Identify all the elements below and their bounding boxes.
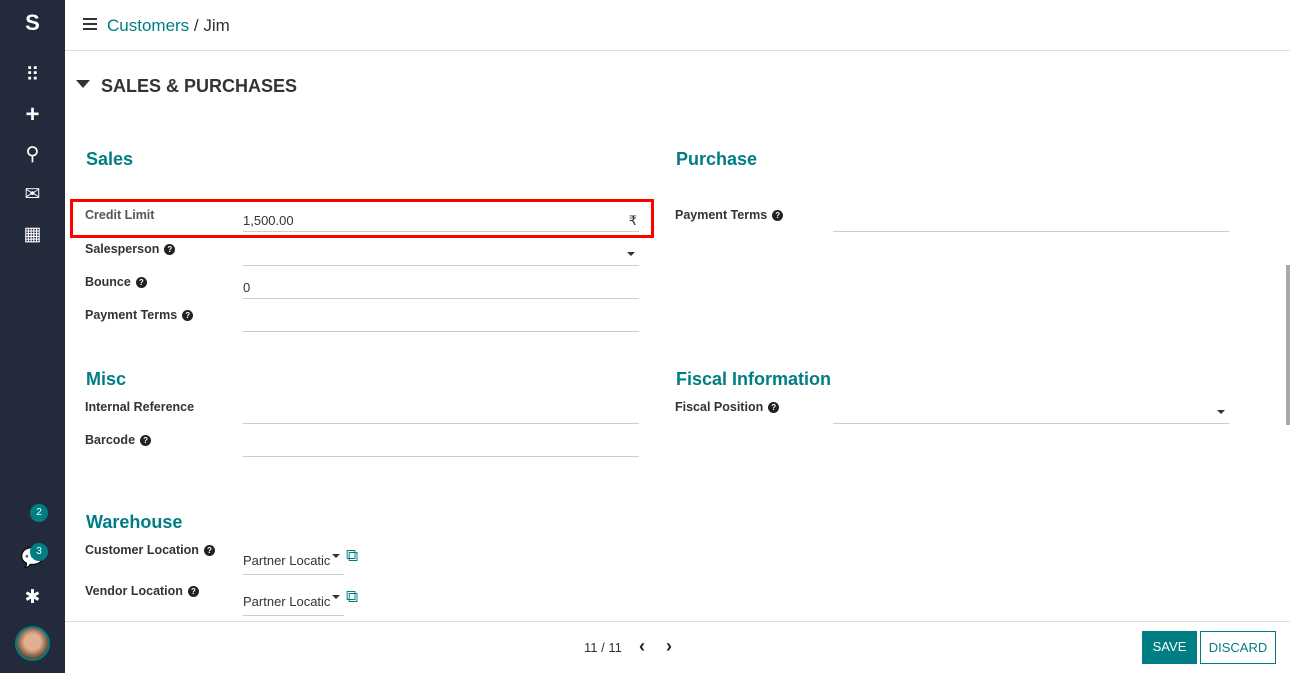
help-icon[interactable]: ? (772, 210, 784, 221)
breadcrumb-separator: / (193, 16, 199, 35)
help-icon[interactable]: ? (164, 244, 176, 255)
credit-limit-input[interactable]: 1,500.00 ₹ (243, 208, 639, 232)
dropdown-icon (332, 554, 340, 558)
bounce-label: Bounce? (85, 275, 147, 289)
breadcrumb: Customers / Jim (107, 16, 230, 36)
apps-icon[interactable]: ⠿ (0, 64, 65, 87)
section-title: SALES & PURCHASES (101, 76, 298, 96)
vendor-location-select[interactable]: Partner Locatic (243, 587, 344, 616)
sales-title: Sales (86, 149, 134, 169)
logo[interactable]: S (0, 10, 65, 36)
help-icon[interactable]: ? (768, 402, 780, 413)
help-icon[interactable]: ? (182, 310, 194, 321)
mail-icon[interactable]: ✉ (0, 183, 65, 206)
prev-record-button[interactable]: ‹ (639, 636, 645, 657)
plus-icon[interactable]: + (0, 101, 65, 129)
scrollbar[interactable] (1286, 265, 1290, 425)
payment-terms-input[interactable] (243, 308, 639, 332)
dropdown-icon (332, 595, 340, 599)
help-icon[interactable]: ? (135, 277, 147, 288)
fiscal-title: Fiscal Information (676, 369, 832, 389)
dropdown-icon (1217, 410, 1225, 414)
breadcrumb-customers[interactable]: Customers (107, 16, 189, 35)
caret-down-icon (76, 80, 90, 88)
help-icon[interactable]: ? (187, 586, 199, 597)
footer-bar: 11 / 11 ‹ › SAVE DISCARD (65, 621, 1290, 673)
bug-icon[interactable]: ✱ (0, 586, 65, 609)
external-link-icon[interactable]: ⧉ (346, 546, 358, 566)
section-toggle[interactable]: SALES & PURCHASES (76, 76, 297, 97)
fiscal-position-select[interactable] (833, 400, 1229, 424)
internal-reference-label: Internal Reference (85, 400, 195, 414)
pager-value[interactable]: 11 / 11 (584, 640, 622, 655)
customer-location-select[interactable]: Partner Locatic (243, 546, 344, 575)
barcode-input[interactable] (243, 433, 639, 457)
search-icon[interactable]: ⚲ (0, 143, 65, 166)
chat-badge: 3 (30, 543, 48, 561)
warehouse-title: Warehouse (86, 512, 183, 532)
calendar-icon[interactable]: ▦ (0, 223, 65, 246)
purchase-title: Purchase (676, 149, 758, 169)
currency-symbol: ₹ (628, 213, 637, 228)
menu-icon[interactable] (83, 18, 97, 30)
credit-limit-label: Credit Limit (85, 208, 155, 222)
breadcrumb-current: Jim (203, 16, 230, 35)
discard-button[interactable]: DISCARD (1200, 631, 1276, 664)
salesperson-label: Salesperson? (85, 242, 176, 256)
salesperson-select[interactable] (243, 242, 639, 266)
purchase-payment-terms-input[interactable] (833, 208, 1229, 232)
top-bar: Customers / Jim (65, 0, 1290, 51)
sidebar: S ⠿ + ⚲ ✉ ▦ ◔ 2 💬 3 ✱ (0, 0, 65, 673)
fiscal-position-label: Fiscal Position? (675, 400, 780, 414)
activity-badge: 2 (30, 504, 48, 522)
external-link-icon[interactable]: ⧉ (346, 587, 358, 607)
save-button[interactable]: SAVE (1142, 631, 1197, 664)
bounce-input[interactable]: 0 (243, 275, 639, 299)
help-icon[interactable]: ? (203, 545, 215, 556)
payment-terms-label: Payment Terms? (85, 308, 194, 322)
purchase-payment-terms-label: Payment Terms? (675, 208, 784, 222)
misc-title: Misc (86, 369, 127, 389)
help-icon[interactable]: ? (140, 435, 152, 446)
avatar[interactable] (15, 626, 50, 661)
next-record-button[interactable]: › (666, 636, 672, 657)
vendor-location-label: Vendor Location? (85, 584, 199, 598)
barcode-label: Barcode? (85, 433, 152, 447)
dropdown-icon (627, 252, 635, 256)
internal-reference-input[interactable] (243, 400, 639, 424)
customer-location-label: Customer Location? (85, 543, 215, 557)
